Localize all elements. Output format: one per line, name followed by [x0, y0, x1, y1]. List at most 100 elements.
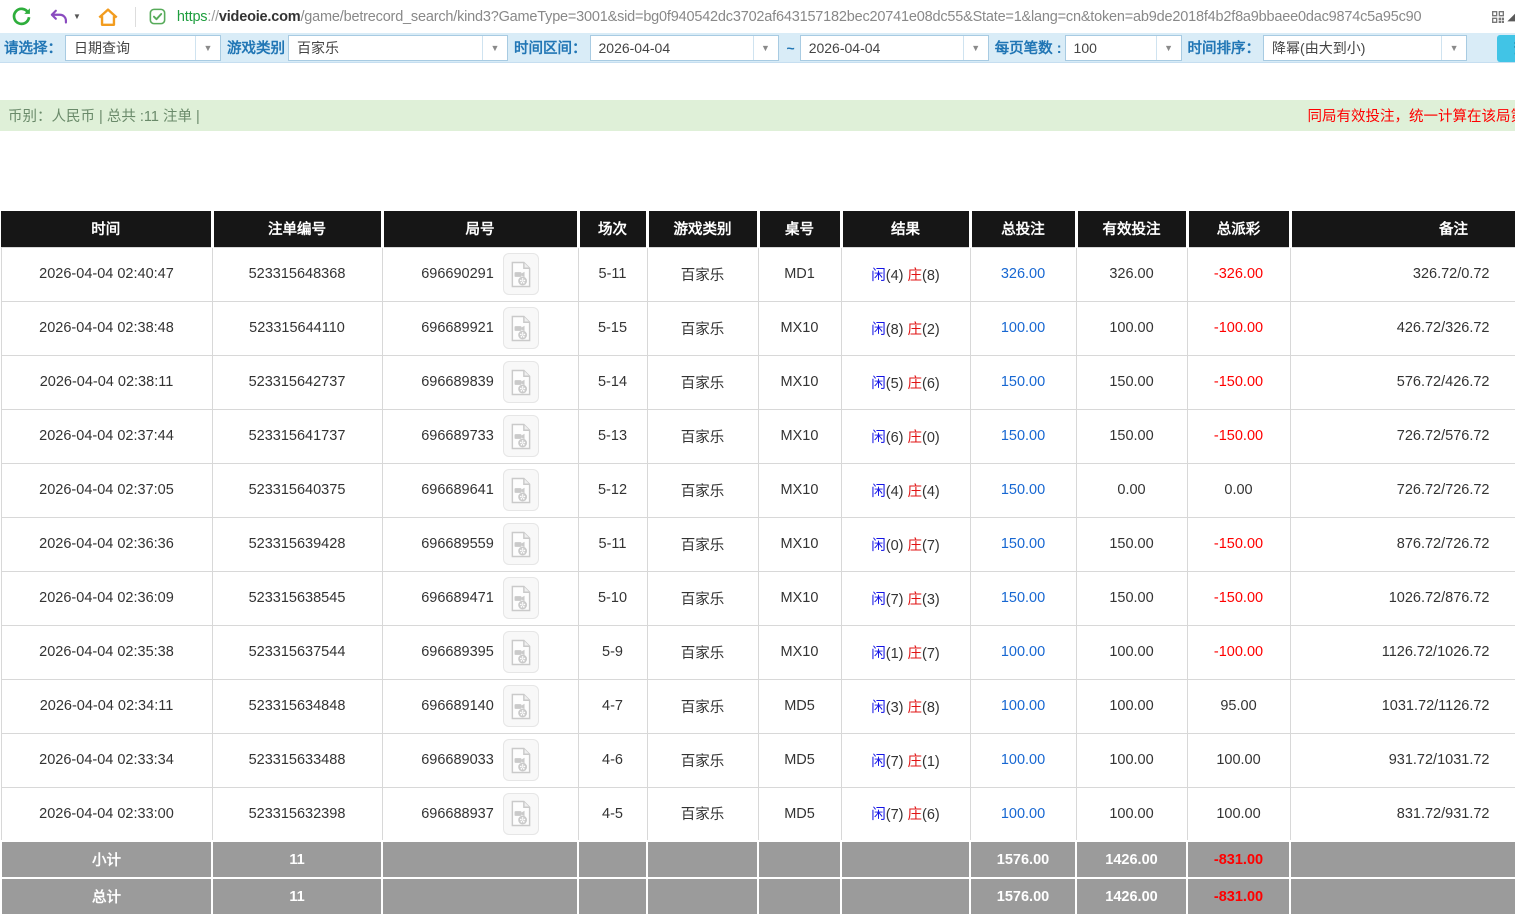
round-number: 696689140 [421, 698, 494, 714]
cell-session: 5-14 [577, 354, 648, 410]
col-time: 时间 [1, 211, 212, 247]
query-type-value: 日期查询 [74, 39, 130, 56]
table-row: 2026-04-04 02:37:05 523315640375 696689641… [0, 462, 1515, 518]
page-size-dropdown[interactable]: 100 ▼ [1064, 34, 1182, 61]
player-points: (4) [885, 267, 904, 284]
player-label: 闲 [871, 537, 886, 554]
cell-payout: 0.00 [1186, 462, 1291, 518]
cell-time: 2026-04-04 02:34:11 [0, 678, 213, 734]
cell-table-no: MD5 [757, 678, 842, 734]
cell-payout: -150.00 [1186, 354, 1291, 410]
cell-remark: 726.72/576.72 [1289, 408, 1515, 464]
cell-bet-id: 523315648368 [211, 246, 383, 302]
cell-round: 696689641 [381, 462, 579, 518]
cell-bet-id: 523315644110 [211, 300, 383, 356]
filter-bar: 请选择： 日期查询 ▼ 游戏类别 百家乐 ▼ 时间区间： 2026-04-04 … [0, 33, 1515, 63]
banker-label: 庄 [907, 267, 923, 284]
url-path: /game/betrecord_search/kind3?GameType=30… [300, 8, 1422, 25]
cell-payout: -100.00 [1186, 624, 1291, 680]
cell-bet-id: 523315634848 [211, 678, 383, 734]
cell-valid-bet: 150.00 [1075, 408, 1188, 464]
video-file-icon[interactable] [502, 307, 539, 349]
video-file-icon[interactable] [502, 253, 539, 295]
summary-valid-bet: 1426.00 [1075, 840, 1188, 879]
table-row: 2026-04-04 02:33:00 523315632398 696688937… [0, 786, 1515, 842]
video-file-icon[interactable] [502, 361, 539, 403]
cell-time: 2026-04-04 02:36:09 [0, 570, 213, 626]
date-from-dropdown[interactable]: 2026-04-04 ▼ [589, 34, 779, 61]
cell-round: 696689033 [381, 732, 579, 788]
table-row: 2026-04-04 02:33:34 523315633488 696689033… [0, 732, 1515, 788]
cell-payout: -150.00 [1186, 570, 1291, 626]
cell-payout: 95.00 [1186, 678, 1291, 734]
banker-label: 庄 [907, 699, 923, 716]
cell-table-no: MX10 [757, 354, 842, 410]
cell-session: 4-6 [577, 732, 648, 788]
cell-total-bet: 100.00 [969, 678, 1077, 734]
date-to-dropdown[interactable]: 2026-04-04 ▼ [799, 34, 989, 61]
cell-round: 696689471 [381, 570, 579, 626]
video-file-icon[interactable] [502, 685, 539, 727]
home-icon[interactable] [95, 4, 121, 30]
cell-time: 2026-04-04 02:37:05 [0, 462, 213, 518]
video-file-icon[interactable] [502, 415, 539, 457]
back-icon[interactable] [46, 4, 72, 30]
cell-total-bet: 150.00 [969, 516, 1077, 572]
round-number: 696689559 [421, 536, 494, 552]
address-bar[interactable]: https://videoie.com/game/betrecord_searc… [148, 7, 1483, 27]
cell-session: 5-15 [577, 300, 648, 356]
video-file-icon[interactable] [502, 577, 539, 619]
col-valid-bet: 有效投注 [1074, 211, 1187, 247]
cell-remark: 1026.72/876.72 [1289, 570, 1515, 626]
refresh-icon[interactable] [8, 4, 34, 30]
col-round: 局号 [380, 211, 578, 247]
video-file-icon[interactable] [502, 631, 539, 673]
video-file-icon[interactable] [502, 739, 539, 781]
banker-points: (3) [922, 591, 940, 608]
clipped-corner-icon[interactable] [1506, 8, 1515, 24]
cell-round: 696689559 [381, 516, 579, 572]
cell-table-no: MD5 [757, 786, 842, 842]
cell-remark: 1126.72/1026.72 [1289, 624, 1515, 680]
video-file-icon[interactable] [502, 523, 539, 565]
video-file-icon[interactable] [502, 792, 539, 835]
cell-payout: 100.00 [1186, 786, 1291, 842]
cell-payout: -326.00 [1186, 246, 1291, 302]
banker-points: (8) [922, 699, 940, 716]
player-points: (7) [885, 753, 904, 770]
search-button[interactable]: 查询 [1497, 35, 1515, 62]
cell-session: 5-10 [577, 570, 648, 626]
game-category-value: 百家乐 [297, 39, 339, 56]
cell-time: 2026-04-04 02:38:11 [0, 354, 213, 410]
cell-game-type: 百家乐 [646, 408, 759, 464]
table-row: 2026-04-04 02:36:09 523315638545 696689471… [0, 570, 1515, 626]
cell-result: 闲(6) 庄(0) [840, 408, 971, 464]
cell-total-bet: 100.00 [969, 732, 1077, 788]
query-type-dropdown[interactable]: 日期查询 ▼ [65, 34, 221, 61]
qr-code-icon[interactable] [1489, 4, 1507, 30]
chevron-down-icon: ▼ [482, 35, 507, 60]
cell-total-bet: 150.00 [969, 570, 1077, 626]
cell-remark: 326.72/0.72 [1289, 246, 1515, 302]
player-points: (0) [885, 537, 904, 554]
cell-valid-bet: 100.00 [1075, 624, 1188, 680]
player-label: 闲 [871, 429, 886, 446]
video-file-icon[interactable] [502, 469, 539, 511]
round-number: 696689641 [421, 482, 494, 498]
sort-value: 降幂(由大到小) [1272, 39, 1366, 56]
page-size-label: 每页笔数 : [994, 41, 1062, 57]
back-menu-caret-icon[interactable]: ▼ [73, 12, 81, 21]
sort-dropdown[interactable]: 降幂(由大到小) ▼ [1263, 34, 1468, 61]
security-shield-icon[interactable] [148, 7, 168, 27]
cell-valid-bet: 100.00 [1075, 678, 1188, 734]
chevron-down-icon: ▼ [195, 35, 220, 60]
cell-game-type: 百家乐 [646, 732, 759, 788]
cell-result: 闲(4) 庄(4) [840, 462, 971, 518]
game-category-dropdown[interactable]: 百家乐 ▼ [288, 34, 508, 61]
col-remark: 备注 [1288, 211, 1515, 247]
cell-valid-bet: 150.00 [1075, 570, 1188, 626]
cell-game-type: 百家乐 [646, 462, 759, 518]
banker-label: 庄 [907, 537, 923, 554]
url-text: https://videoie.com/game/betrecord_searc… [177, 8, 1422, 25]
